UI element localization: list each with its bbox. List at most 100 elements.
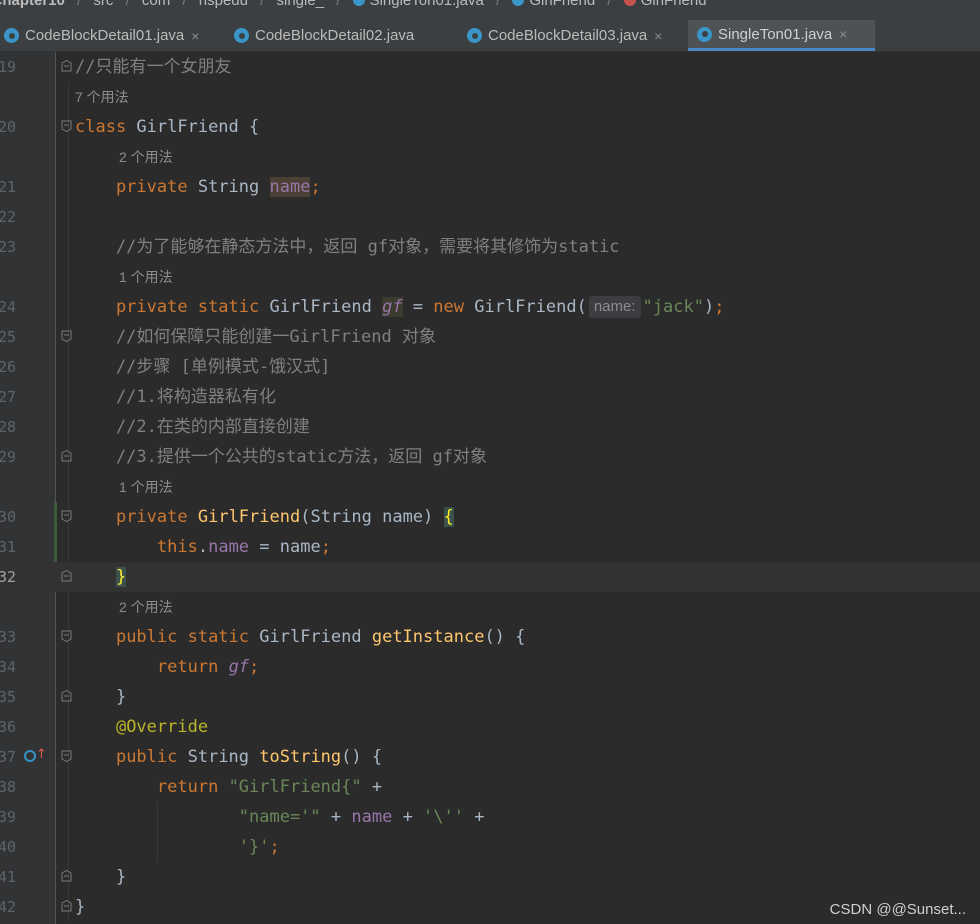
- closing-brace: }: [75, 897, 86, 917]
- close-icon[interactable]: ×: [421, 28, 429, 44]
- usage-hint[interactable]: 7 个用法: [75, 82, 129, 112]
- code-line: 19 //只能有一个女朋友: [0, 52, 980, 82]
- code-line: 25 //如何保障只能创建一GirlFriend 对象: [0, 322, 980, 352]
- line-number: 41: [0, 868, 16, 886]
- tab-codeblockdetail02[interactable]: CodeBlockDetail02.java ×: [232, 20, 456, 51]
- close-icon[interactable]: ×: [654, 28, 662, 44]
- code-line: 20 class GirlFriend {: [0, 112, 980, 142]
- fold-marker-icon[interactable]: [61, 690, 72, 702]
- line-number: 33: [0, 628, 16, 646]
- line-number: 30: [0, 508, 16, 526]
- usage-hint[interactable]: 2 个用法: [119, 592, 173, 622]
- line-number: 19: [0, 58, 16, 76]
- watermark: CSDN @@Sunset...: [829, 901, 966, 918]
- line-number: 40: [0, 838, 16, 856]
- tab-label: CodeBlockDetail01.java: [25, 27, 185, 44]
- code-editor[interactable]: 19 //只能有一个女朋友 7 个用法 20 class GirlFriend …: [0, 52, 980, 924]
- breadcrumb-separator: /: [125, 0, 130, 9]
- line-number: 27: [0, 388, 16, 406]
- breadcrumb-item[interactable]: single_: [277, 0, 325, 9]
- java-file-icon: [352, 0, 365, 7]
- constructor-declaration: private GirlFriend(String name) {: [115, 507, 454, 527]
- line-number: 38: [0, 778, 16, 796]
- usage-hint[interactable]: 2 个用法: [119, 142, 173, 172]
- fold-marker-icon[interactable]: [61, 900, 72, 912]
- usage-hint-row: 1 个用法: [0, 262, 980, 292]
- code-line: 40 '}';: [0, 832, 980, 862]
- code-line: 37 ↑ public String toString() {: [0, 742, 980, 772]
- fold-marker-icon[interactable]: [61, 570, 72, 582]
- close-icon[interactable]: ×: [191, 28, 199, 44]
- usage-hint[interactable]: 1 个用法: [119, 472, 173, 502]
- java-class-icon: [234, 28, 249, 43]
- fold-marker-icon[interactable]: [61, 450, 72, 462]
- tab-label: SingleTon01.java: [718, 25, 833, 43]
- line-number: 22: [0, 208, 16, 226]
- fold-marker-icon[interactable]: [61, 330, 72, 342]
- closing-brace: }: [75, 867, 127, 887]
- return-statement: return "GirlFriend{" +: [156, 777, 383, 797]
- code-line: 36 @Override: [0, 712, 980, 742]
- code-line: 30 private GirlFriend(String name) {: [0, 502, 980, 532]
- method-declaration: public static GirlFriend getInstance() {: [115, 627, 526, 647]
- java-class-icon: [4, 28, 19, 43]
- comment: //1.将构造器私有化: [75, 387, 276, 407]
- breadcrumb-item[interactable]: hspedu: [199, 0, 248, 9]
- code-line: 33 public static GirlFriend getInstance(…: [0, 622, 980, 652]
- breadcrumb-item[interactable]: SingleTon01.java: [370, 0, 484, 9]
- fold-marker-icon[interactable]: [61, 870, 72, 882]
- line-number: 35: [0, 688, 16, 706]
- class-icon: [512, 0, 525, 7]
- fold-marker-icon[interactable]: [61, 750, 72, 762]
- usage-hint[interactable]: 1 个用法: [119, 262, 173, 292]
- tab-singleton01[interactable]: SingleTon01.java ×: [688, 20, 875, 51]
- usage-hint-row: 2 个用法: [0, 592, 980, 622]
- code-line: 41 }: [0, 862, 980, 892]
- closing-brace: }: [75, 687, 127, 707]
- line-number: 24: [0, 298, 16, 316]
- breadcrumb-item[interactable]: GirlFriend: [529, 0, 595, 9]
- comment: //只能有一个女朋友: [75, 57, 232, 77]
- code-line: 28 //2.在类的内部直接创建: [0, 412, 980, 442]
- code-line: 34 return gf;: [0, 652, 980, 682]
- usage-hint-row: 7 个用法: [0, 82, 980, 112]
- code-line-current: 32 }: [0, 562, 980, 592]
- override-icon[interactable]: [24, 750, 36, 762]
- closing-brace: }: [115, 567, 127, 587]
- breadcrumb-item[interactable]: com: [142, 0, 170, 9]
- class-declaration: class GirlFriend {: [75, 117, 260, 137]
- usage-hint-row: 2 个用法: [0, 142, 980, 172]
- return-statement: return gf;: [156, 657, 260, 677]
- override-arrow-icon[interactable]: ↑: [36, 748, 47, 762]
- breadcrumb-separator: /: [607, 0, 612, 9]
- code-line: 39 "name='" + name + '\'' +: [0, 802, 980, 832]
- breadcrumb-item[interactable]: src: [93, 0, 113, 9]
- comment: //步骤 [单例模式-饿汉式]: [75, 357, 331, 377]
- method-declaration: public String toString() {: [115, 747, 383, 767]
- static-field-declaration: private static GirlFriend gf = new GirlF…: [115, 296, 725, 318]
- fold-marker-icon[interactable]: [61, 630, 72, 642]
- breadcrumb-separator: /: [77, 0, 82, 9]
- comment: //3.提供一个公共的static方法，返回 gf对象: [75, 447, 487, 467]
- code-line: 31 this.name = name;: [0, 532, 980, 562]
- line-number: 26: [0, 358, 16, 376]
- tab-codeblockdetail01[interactable]: CodeBlockDetail01.java ×: [0, 20, 222, 51]
- line-number: 23: [0, 238, 16, 256]
- breadcrumb-item[interactable]: chapter10: [0, 0, 65, 9]
- tab-codeblockdetail03[interactable]: CodeBlockDetail03.java ×: [465, 20, 687, 51]
- fold-marker-icon[interactable]: [61, 510, 72, 522]
- breadcrumb-separator: /: [182, 0, 187, 9]
- fold-marker-icon[interactable]: [61, 120, 72, 132]
- breadcrumb: chapter10 / src / com / hspedu / single_…: [0, 0, 980, 20]
- breadcrumb-separator: /: [496, 0, 501, 9]
- line-number: 36: [0, 718, 16, 736]
- close-icon[interactable]: ×: [839, 26, 847, 42]
- fold-marker-icon[interactable]: [61, 60, 72, 72]
- method-icon: [623, 0, 636, 7]
- comment: //为了能够在静态方法中，返回 gf对象，需要将其修饰为static: [75, 237, 620, 257]
- breadcrumb-item[interactable]: GirlFriend: [641, 0, 707, 9]
- code-line: 38 return "GirlFriend{" +: [0, 772, 980, 802]
- breadcrumb-separator: /: [260, 0, 265, 9]
- string-concat: '}';: [238, 837, 280, 857]
- string-concat: "name='" + name + '\'' +: [238, 807, 485, 827]
